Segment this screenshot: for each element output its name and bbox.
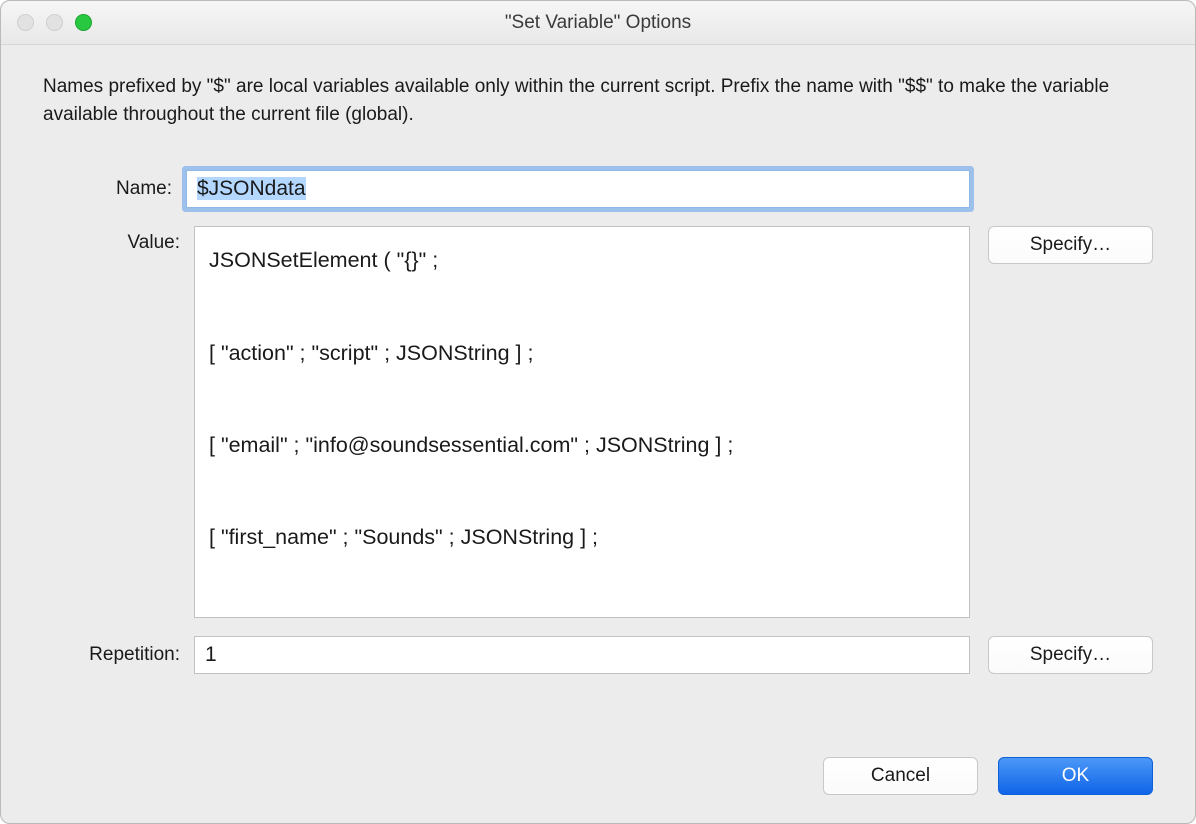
repetition-row: Repetition: Specify… bbox=[43, 636, 1153, 674]
value-row: Value: JSONSetElement ( "{}" ; [ "action… bbox=[43, 226, 1153, 618]
ok-button[interactable]: OK bbox=[998, 757, 1153, 795]
help-text: Names prefixed by "$" are local variable… bbox=[43, 73, 1153, 128]
dialog-window: "Set Variable" Options Names prefixed by… bbox=[0, 0, 1196, 824]
titlebar: "Set Variable" Options bbox=[1, 1, 1195, 45]
specify-repetition-button[interactable]: Specify… bbox=[988, 636, 1153, 674]
name-label: Name: bbox=[43, 178, 186, 200]
name-input[interactable]: $JSONdata bbox=[186, 170, 970, 208]
specify-value-button[interactable]: Specify… bbox=[988, 226, 1153, 264]
repetition-label: Repetition: bbox=[43, 644, 194, 666]
minimize-icon[interactable] bbox=[46, 14, 63, 31]
cancel-button[interactable]: Cancel bbox=[823, 757, 978, 795]
close-icon[interactable] bbox=[17, 14, 34, 31]
name-row: Name: $JSONdata bbox=[43, 170, 1153, 208]
traffic-lights bbox=[17, 14, 92, 31]
value-label: Value: bbox=[43, 226, 194, 254]
repetition-input[interactable] bbox=[194, 636, 970, 674]
dialog-content: Names prefixed by "$" are local variable… bbox=[1, 45, 1195, 733]
value-display[interactable]: JSONSetElement ( "{}" ; [ "action" ; "sc… bbox=[194, 226, 970, 618]
dialog-footer: Cancel OK bbox=[1, 733, 1195, 823]
window-title: "Set Variable" Options bbox=[1, 12, 1195, 34]
zoom-icon[interactable] bbox=[75, 14, 92, 31]
